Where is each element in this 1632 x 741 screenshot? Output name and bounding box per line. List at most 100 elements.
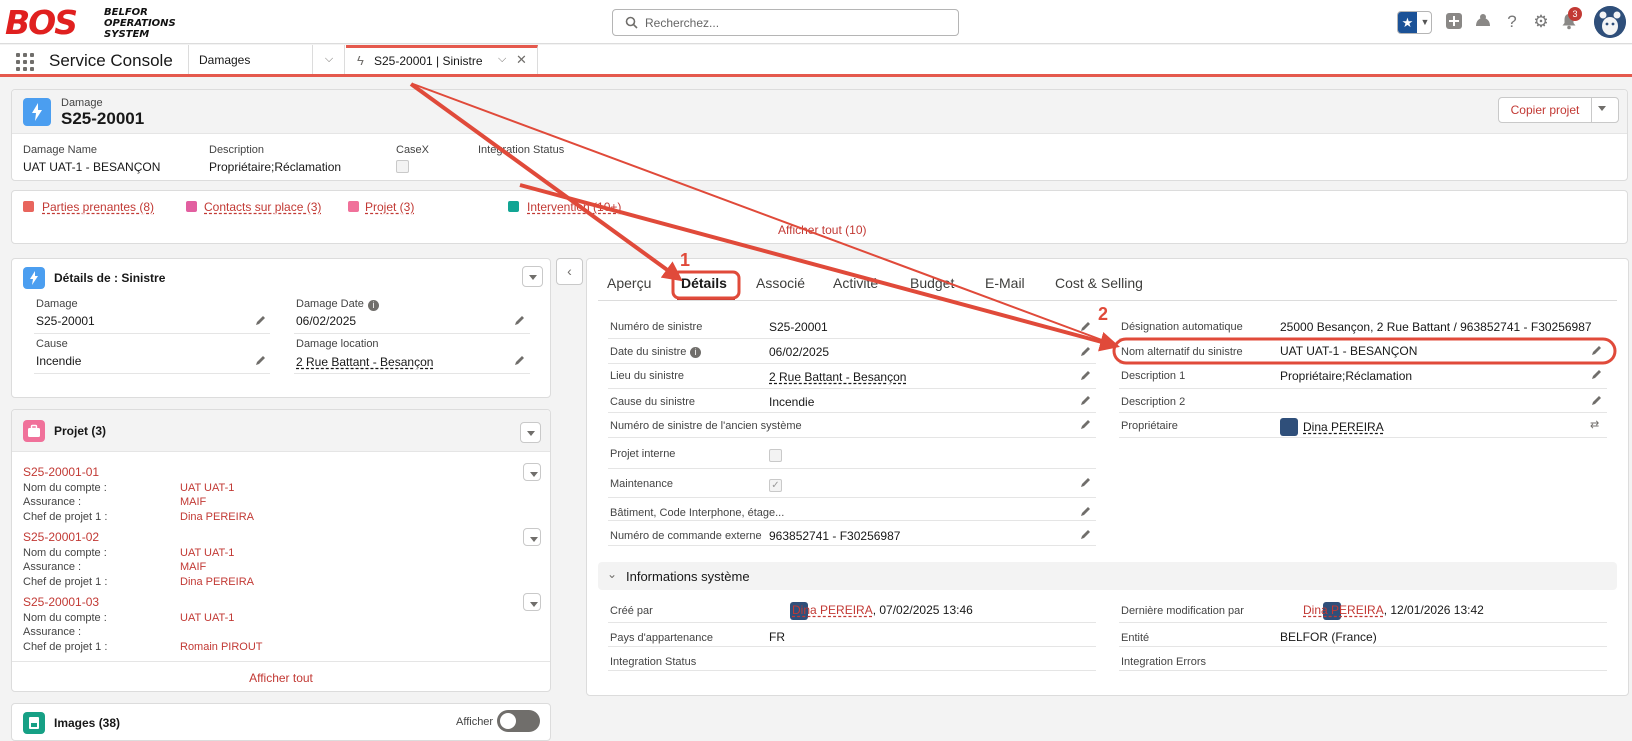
bos-logo[interactable]: BOS BELFOR OPERATIONS SYSTEM: [5, 4, 180, 42]
tab-apercu[interactable]: Aperçu: [607, 275, 651, 291]
pencil-icon[interactable]: [255, 314, 267, 326]
pencil-icon[interactable]: [1080, 418, 1092, 430]
projects-show-all-link[interactable]: Afficher tout: [12, 671, 550, 685]
detail-label: Integration Status: [610, 656, 697, 668]
insurance-link[interactable]: MAIF: [180, 561, 206, 573]
detail-label: Date du sinistre: [610, 346, 687, 358]
project-link[interactable]: S25-20001-01: [23, 465, 99, 479]
detail-label: Maintenance: [610, 478, 673, 490]
pencil-icon[interactable]: [514, 314, 526, 326]
tab-cost-selling[interactable]: Cost & Selling: [1055, 275, 1143, 291]
detail-label: Entité: [1121, 632, 1150, 644]
field-label: Nom du compte :: [23, 482, 107, 494]
owner-link[interactable]: Dina PEREIRA: [1303, 420, 1384, 434]
stakeholders-icon: [23, 201, 34, 212]
star-icon: ★: [1398, 12, 1417, 33]
collapse-panel-button[interactable]: ‹: [556, 258, 583, 285]
app-name: Service Console: [49, 51, 173, 70]
related-links-bar: Parties prenantes (8) Contacts sur place…: [11, 190, 1628, 244]
pencil-icon[interactable]: [1591, 394, 1603, 406]
pencil-icon[interactable]: [514, 354, 526, 366]
damage-location-link[interactable]: 2 Rue Battant - Besançon: [296, 355, 433, 369]
field-label: Nom du compte :: [23, 547, 107, 559]
pencil-icon[interactable]: [1080, 345, 1092, 357]
info-icon[interactable]: i: [368, 300, 379, 311]
pencil-icon[interactable]: [1591, 344, 1603, 356]
show-all-related-link[interactable]: Afficher tout (10): [778, 223, 867, 237]
projects-card-menu[interactable]: [520, 422, 541, 443]
detail-label: Nom alternatif du sinistre: [1121, 346, 1243, 358]
project-item-menu[interactable]: [523, 593, 541, 611]
manager-link[interactable]: Dina PEREIRA: [180, 511, 254, 523]
created-by: Dina PEREIRA, 07/02/2025 13:46: [792, 603, 973, 617]
manager-link[interactable]: Romain PIROUT: [180, 641, 263, 653]
tab-sinistre[interactable]: ϟ S25-20001 | Sinistre ⌵ ✕: [346, 45, 538, 74]
nav-menu-chevron-icon[interactable]: ⌵: [312, 45, 345, 74]
pencil-icon[interactable]: [1080, 476, 1092, 488]
projects-card: Projet (3) S25-20001-01 Nom du compte : …: [11, 409, 551, 692]
user-avatar[interactable]: [1594, 6, 1626, 38]
pencil-icon[interactable]: [255, 354, 267, 366]
lightning-icon: [23, 98, 51, 126]
project-item-menu[interactable]: [523, 528, 541, 546]
copy-project-button[interactable]: Copier projet: [1498, 97, 1592, 123]
tab-budget[interactable]: Budget: [910, 275, 954, 291]
account-link[interactable]: UAT UAT-1: [180, 612, 234, 624]
related-link-contacts[interactable]: Contacts sur place (3): [204, 200, 321, 214]
trailhead-icon[interactable]: [1473, 12, 1493, 32]
project-link[interactable]: S25-20001-03: [23, 595, 99, 609]
account-link[interactable]: UAT UAT-1: [180, 482, 234, 494]
manager-link[interactable]: Dina PEREIRA: [180, 576, 254, 588]
gear-icon[interactable]: ⚙: [1531, 12, 1551, 32]
images-toggle[interactable]: [497, 710, 540, 732]
app-launcher-icon[interactable]: [16, 53, 34, 71]
insurance-link[interactable]: MAIF: [180, 496, 206, 508]
related-link-stakeholders[interactable]: Parties prenantes (8): [42, 200, 154, 214]
damage-location-link[interactable]: 2 Rue Battant - Besançon: [769, 370, 906, 384]
pencil-icon[interactable]: [1080, 369, 1092, 381]
tab-details[interactable]: Détails: [681, 275, 727, 291]
favorites-button[interactable]: ★ ▼: [1397, 11, 1432, 34]
info-icon[interactable]: i: [690, 347, 701, 358]
project-item-menu[interactable]: [523, 463, 541, 481]
details-card-menu[interactable]: [522, 266, 543, 287]
system-info-section-header[interactable]: [598, 562, 1617, 590]
change-owner-icon[interactable]: ⇄: [1590, 418, 1599, 431]
user-avatar-icon: [1280, 418, 1298, 436]
detail-value: 963852741 - F30256987: [769, 529, 901, 543]
account-link[interactable]: UAT UAT-1: [180, 547, 234, 559]
pencil-icon[interactable]: [1591, 368, 1603, 380]
detail-label: Numéro de commande externe: [610, 530, 762, 542]
record-header: Damage S25-20001 Copier projet Damage Na…: [11, 89, 1628, 181]
tab-activite[interactable]: Activité: [833, 275, 878, 291]
field-label: Assurance :: [23, 626, 82, 638]
chevron-down-icon[interactable]: ⌵: [498, 53, 506, 66]
modified-by-user-link[interactable]: Dina PEREIRA: [1303, 603, 1384, 617]
highlight-label: Damage Name: [23, 144, 97, 156]
global-search[interactable]: [612, 9, 959, 36]
tab-associe[interactable]: Associé: [756, 275, 805, 291]
close-icon[interactable]: ✕: [516, 52, 527, 68]
field-label: Assurance :: [23, 561, 82, 573]
detail-label: Lieu du sinistre: [610, 370, 684, 382]
detail-value: BELFOR (France): [1280, 630, 1377, 644]
related-link-projects[interactable]: Projet (3): [365, 200, 414, 214]
casex-checkbox: [396, 160, 409, 173]
created-by-user-link[interactable]: Dina PEREIRA: [792, 603, 873, 617]
highlight-value: Propriétaire;Réclamation: [209, 160, 342, 174]
pencil-icon[interactable]: [1080, 505, 1092, 517]
more-actions-button[interactable]: [1591, 97, 1619, 123]
project-link[interactable]: S25-20001-02: [23, 530, 99, 544]
tab-label: Damages: [199, 53, 251, 67]
related-link-interventions[interactable]: Intervention (10+): [527, 200, 621, 214]
field-value: Incendie: [36, 354, 82, 368]
tab-email[interactable]: E-Mail: [985, 275, 1025, 291]
help-icon[interactable]: ?: [1502, 12, 1522, 32]
pencil-icon[interactable]: [1080, 394, 1092, 406]
pencil-icon[interactable]: [1080, 320, 1092, 332]
search-input[interactable]: [645, 13, 945, 32]
global-actions-icon[interactable]: [1444, 12, 1464, 32]
global-header: BOS BELFOR OPERATIONS SYSTEM ★ ▼ ? ⚙ 3: [0, 0, 1632, 44]
detail-label: Numéro de sinistre: [610, 321, 703, 333]
pencil-icon[interactable]: [1080, 528, 1092, 540]
